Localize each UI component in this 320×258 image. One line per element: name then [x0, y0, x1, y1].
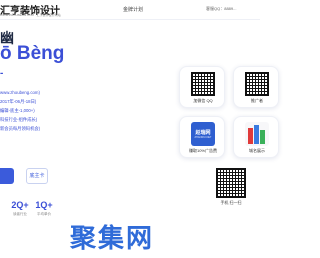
qr-code-icon: [245, 72, 269, 96]
stat-readers: 2Q+ 读者行业: [8, 200, 32, 217]
stat-label: 读者行业: [13, 212, 27, 216]
info-line-website[interactable]: www.zhoubeng.com): [0, 88, 110, 97]
card-domain-display[interactable]: 城名展示: [233, 116, 279, 158]
info-line-date: 2017年-06月-18日): [0, 99, 37, 104]
book-red: [248, 128, 253, 144]
stat-label: 平均单价: [37, 212, 51, 216]
stat-value: 2Q+: [11, 200, 29, 210]
top-navbar: 汇亨装饰设计 WWW.ZHOUBENG.COM · 汇亨装饰设计网站 金牌计划 …: [0, 0, 260, 20]
secondary-cta-button[interactable]: 底主卡: [26, 168, 48, 184]
card-wechat-qq[interactable]: 加微信 QQ: [179, 66, 225, 108]
watermark-logo: 聚集网: [70, 224, 155, 254]
hero-dash: -: [0, 68, 4, 79]
site-logo-subtitle: WWW.ZHOUBENG.COM · 汇亨装饰设计网站: [0, 13, 61, 17]
zhaorui-logo-icon: 赵瑞网 ZHAORUI.NET: [191, 122, 215, 146]
hero-title-pinyin: ō Bèng: [0, 43, 65, 64]
book-green: [260, 130, 265, 144]
badge-title: 赵瑞网: [195, 130, 211, 136]
mobile-qr-code-icon[interactable]: [216, 168, 246, 198]
mobile-qr-label: 手机 扫一扫: [220, 200, 242, 205]
primary-cta-button[interactable]: [0, 168, 14, 184]
info-line-editor: 编辑-底主-1,000+): [0, 108, 35, 113]
card-label: 城名展示: [249, 148, 265, 153]
card-ad-commission[interactable]: 赵瑞网 ZHAORUI.NET 赚取10%广告费: [179, 116, 225, 158]
books-icon: [245, 122, 269, 146]
card-label: 加微信 QQ: [193, 98, 213, 103]
badge-subtitle: ZHAORUI.NET: [194, 136, 212, 139]
card-promoter[interactable]: 推广者: [233, 66, 279, 108]
info-list: www.zhoubeng.com) 2017年-06月-18日) 编辑-底主-1…: [0, 88, 110, 133]
stat-price: 1Q+ 平均单价: [32, 200, 56, 217]
stat-value: 1Q+: [35, 200, 53, 210]
card-label: 推广者: [251, 98, 263, 103]
info-line-industry: 科技行业-组件成长): [0, 117, 38, 122]
card-label: 赚取10%广告费: [188, 148, 217, 153]
info-line-member: 新会员每月领码机会): [0, 126, 41, 131]
contact-info[interactable]: 客服QQ：8889...: [206, 6, 236, 12]
nav-link-gold-plan[interactable]: 金牌计划: [123, 6, 143, 13]
book-blue: [254, 125, 259, 144]
qr-code-icon: [191, 72, 215, 96]
